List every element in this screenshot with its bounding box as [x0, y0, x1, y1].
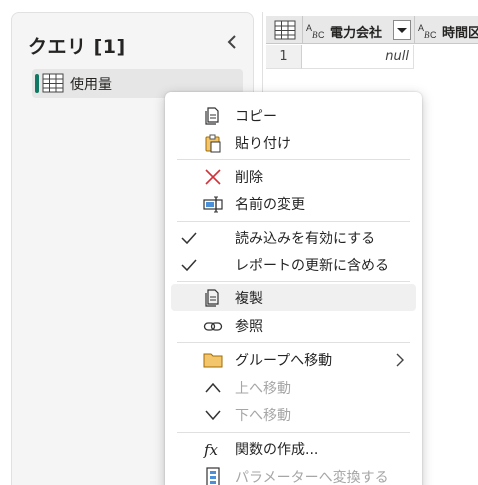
menu-item-enable-load[interactable]: 読み込みを有効にする: [171, 224, 416, 251]
copy-icon: [205, 107, 219, 125]
function-icon: fx: [203, 441, 219, 459]
table-icon: [42, 73, 64, 93]
menu-item-label: 名前の変更: [235, 197, 305, 213]
menu-item-move-down[interactable]: 下へ移動: [171, 401, 416, 428]
menu-item-label: 関数の作成...: [235, 442, 319, 458]
chevron-down-icon: [205, 410, 221, 421]
checkmark-icon: [181, 232, 197, 245]
menu-separator: [177, 342, 410, 343]
column-separator: [414, 16, 415, 44]
menu-item-label: 参照: [235, 319, 263, 335]
menu-item-label: パラメーターへ変換する: [235, 470, 389, 485]
menu-item-label: 上へ移動: [235, 381, 291, 397]
parameter-icon: [206, 467, 220, 485]
menu-item-create-function[interactable]: fx 関数の作成...: [171, 435, 416, 462]
menu-separator: [177, 281, 410, 282]
menu-item-paste[interactable]: 貼り付け: [171, 129, 416, 156]
checkmark-icon: [181, 259, 197, 272]
menu-item-label: グループへ移動: [235, 353, 333, 369]
svg-text:fx: fx: [203, 441, 219, 459]
rename-icon: [203, 196, 223, 213]
menu-item-label: 貼り付け: [235, 136, 291, 152]
folder-icon: [203, 353, 223, 368]
paste-icon: [205, 134, 221, 153]
menu-item-convert-to-parameter[interactable]: パラメーターへ変換する: [171, 463, 416, 485]
menu-separator: [177, 221, 410, 222]
selection-indicator: [35, 74, 39, 93]
menu-item-label: 削除: [235, 170, 263, 186]
table-cell[interactable]: null: [302, 45, 414, 69]
duplicate-icon: [205, 289, 219, 307]
menu-item-copy[interactable]: コピー: [171, 102, 416, 129]
menu-item-duplicate[interactable]: 複製: [171, 284, 416, 311]
menu-item-label: レポートの更新に含める: [235, 258, 389, 274]
menu-item-delete[interactable]: 削除: [171, 163, 416, 190]
collapse-pane-button[interactable]: [221, 31, 243, 53]
menu-separator: [177, 432, 410, 433]
chevron-right-icon: [396, 353, 404, 367]
menu-item-include-in-refresh[interactable]: レポートの更新に含める: [171, 251, 416, 278]
menu-separator: [177, 159, 410, 160]
query-item-label: 使用量: [70, 77, 112, 93]
chevron-left-icon: [227, 35, 236, 49]
menu-item-rename[interactable]: 名前の変更: [171, 190, 416, 217]
menu-item-move-up[interactable]: 上へ移動: [171, 374, 416, 401]
column-header-label[interactable]: 時間区: [442, 22, 478, 41]
menu-item-label: コピー: [235, 109, 277, 125]
queries-title: クエリ [1]: [28, 36, 126, 58]
menu-item-label: 複製: [235, 291, 263, 307]
column-filter-button[interactable]: [393, 20, 411, 40]
text-type-icon[interactable]: A B C: [418, 22, 438, 40]
svg-text:C: C: [318, 30, 325, 40]
menu-item-label: 読み込みを有効にする: [235, 231, 376, 247]
table-corner-icon[interactable]: [274, 20, 296, 40]
menu-item-move-to-group[interactable]: グループへ移動: [171, 346, 416, 373]
menu-item-label: 下へ移動: [235, 408, 291, 424]
delete-icon: [205, 169, 221, 185]
grid-header: A B C 電力会社 A B C 時間区: [266, 16, 478, 44]
dropdown-arrow-icon: [397, 28, 407, 33]
column-header-label[interactable]: 電力会社: [330, 22, 382, 41]
chevron-up-icon: [205, 382, 221, 393]
context-menu: コピー 貼り付け 削除 名前の変更 読み込みを有効にする レポートの更新に含める…: [165, 92, 422, 485]
column-separator: [302, 16, 303, 44]
menu-item-reference[interactable]: 参照: [171, 312, 416, 339]
svg-text:C: C: [430, 30, 437, 40]
reference-icon: [203, 322, 223, 331]
text-type-icon[interactable]: A B C: [306, 22, 326, 40]
row-number[interactable]: 1: [266, 45, 302, 69]
